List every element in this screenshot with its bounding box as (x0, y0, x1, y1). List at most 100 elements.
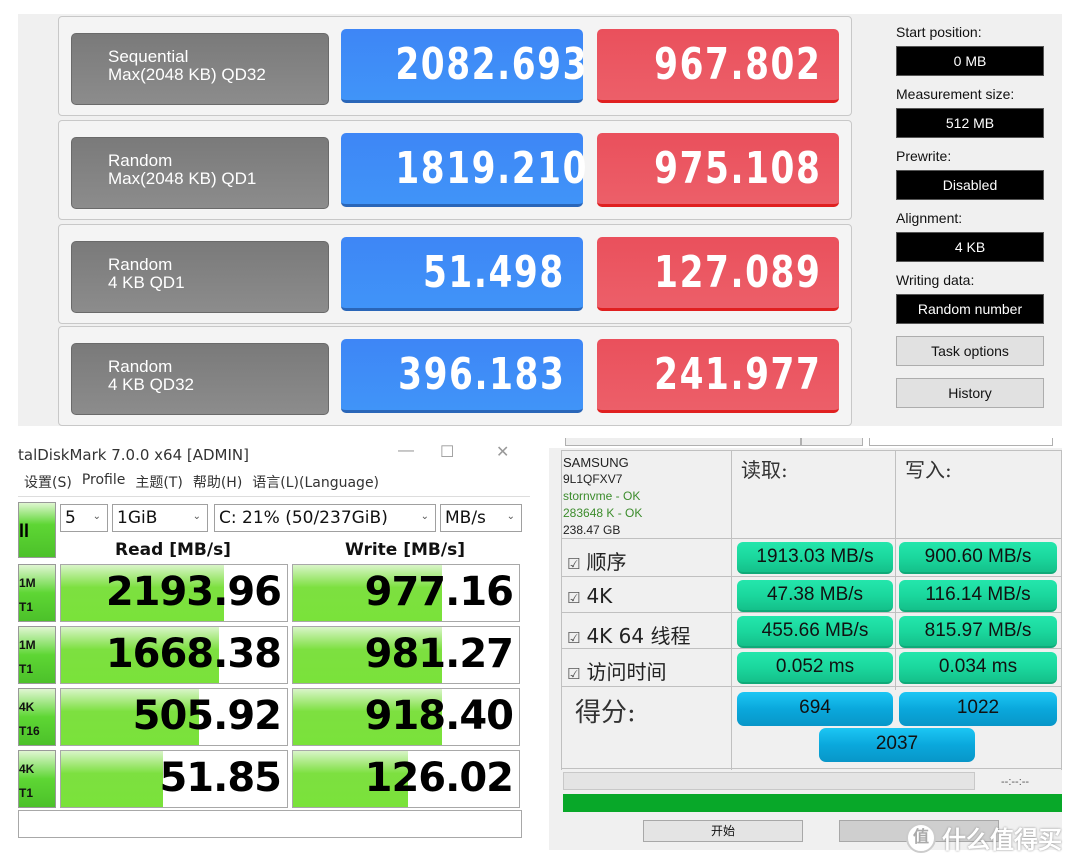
checkbox-icon[interactable]: ☑ (567, 555, 580, 573)
write-value: 241.977 (597, 339, 839, 413)
write-value: 127.089 (597, 237, 839, 311)
read-value: 396.183 (341, 339, 583, 413)
result-row: Random Max(2048 KB) QD1 1819.210 975.108 (58, 120, 852, 220)
start-position-field[interactable]: 0 MB (896, 46, 1044, 76)
history-button[interactable]: History (896, 378, 1044, 408)
drive-vendor: SAMSUNG (563, 455, 629, 470)
write-result: 918.40 (292, 688, 520, 746)
write-value: 116.14 MB/s (899, 580, 1057, 612)
alignment-label: Alignment: (896, 210, 963, 226)
test-name: 访问时间 (586, 660, 667, 684)
write-value: 0.034 ms (899, 652, 1057, 684)
write-value: 977.16 (364, 569, 514, 615)
read-value: 51.498 (341, 237, 583, 311)
menu-language[interactable]: 语言(L)(Language) (252, 472, 379, 492)
grid-line (561, 450, 1061, 451)
toolbar-field[interactable] (801, 438, 863, 446)
grid-line (561, 576, 1061, 577)
chevron-down-icon: ⌄ (192, 511, 201, 522)
read-result: 1668.38 (60, 626, 288, 684)
test-row-label[interactable]: 1M T1 (18, 626, 56, 684)
size-value: 1GiB (117, 508, 158, 528)
size-select[interactable]: 1GiB ⌄ (112, 504, 208, 532)
test-name: Random (108, 151, 173, 170)
test-row-label[interactable]: 1M T1 (18, 564, 56, 622)
maximize-icon[interactable]: ☐ (440, 442, 454, 462)
test-param: 4 KB QD1 (108, 273, 185, 292)
all-button[interactable]: ll (18, 502, 56, 558)
chevron-down-icon: ⌄ (92, 511, 101, 522)
drive-model: 9L1QFXV7 (563, 472, 623, 486)
test-label: Random 4 KB QD1 (71, 241, 329, 313)
test-row-label[interactable]: ☑ 访问时间 (567, 656, 666, 685)
elapsed-time: --:--:-- (1001, 776, 1030, 788)
menu-settings[interactable]: 设置(S) (24, 472, 72, 492)
drive-select[interactable]: C: 21% (50/237GiB) ⌄ (214, 504, 436, 532)
read-value: 505.92 (132, 693, 282, 739)
test-row-label[interactable]: 4K T16 (18, 688, 56, 746)
test-block-size: 4K (19, 700, 35, 714)
test-threads: T16 (19, 724, 40, 738)
read-value: 1913.03 MB/s (737, 542, 893, 574)
test-label: Random Max(2048 KB) QD1 (71, 137, 329, 209)
unit-select[interactable]: MB/s ⌄ (440, 504, 522, 532)
close-icon[interactable]: ✕ (496, 442, 509, 462)
driver-status: stornvme - OK (563, 489, 641, 503)
checkbox-icon[interactable]: ☑ (567, 629, 580, 647)
read-header: Read [MB/s] (115, 540, 231, 560)
read-value: 1819.210 (341, 133, 586, 207)
toolbar-field[interactable] (869, 438, 1053, 446)
count-value: 5 (65, 508, 76, 528)
comment-field[interactable] (18, 810, 522, 838)
watermark: 值 什么值得买 (906, 820, 1062, 855)
checkbox-icon[interactable]: ☑ (567, 665, 580, 683)
count-select[interactable]: 5 ⌄ (60, 504, 108, 532)
test-name: Random (108, 357, 173, 376)
toolbar-field[interactable] (565, 438, 801, 446)
prewrite-field[interactable]: Disabled (896, 170, 1044, 200)
test-threads: T1 (19, 786, 34, 800)
test-param: 4 KB QD32 (108, 375, 194, 394)
watermark-text: 什么值得买 (942, 827, 1062, 854)
grid-line (561, 768, 1061, 769)
watermark-logo-icon: 值 (906, 822, 936, 853)
test-threads: T1 (19, 662, 34, 676)
read-bar (61, 751, 163, 807)
result-row: Random 4 KB QD1 51.498 127.089 (58, 224, 852, 324)
result-row: Random 4 KB QD32 396.183 241.977 (58, 326, 852, 426)
score-label: 得分: (575, 698, 636, 728)
read-value: 2193.96 (105, 569, 282, 615)
drive-info: SAMSUNG 9L1QFXV7 stornvme - OK 283648 K … (563, 454, 723, 539)
writing-data-field[interactable]: Random number (896, 294, 1044, 324)
write-result: 126.02 (292, 750, 520, 808)
menu-profile[interactable]: Profile (82, 472, 126, 492)
read-result: 505.92 (60, 688, 288, 746)
as-ssd-panel: Sequential Max(2048 KB) QD32 2082.693 967… (18, 14, 1062, 426)
menu-help[interactable]: 帮助(H) (193, 472, 242, 492)
crystaldiskmark-window: talDiskMark 7.0.0 x64 [ADMIN] — ☐ ✕ 设置(S… (18, 438, 530, 850)
drive-size: 238.47 GB (563, 523, 621, 537)
test-row-label[interactable]: 4K T1 (18, 750, 56, 808)
test-row-label[interactable]: ☑ 顺序 (567, 546, 626, 575)
read-result: 51.85 (60, 750, 288, 808)
measurement-size-field[interactable]: 512 MB (896, 108, 1044, 138)
checkbox-icon[interactable]: ☑ (567, 589, 580, 607)
read-result: 2193.96 (60, 564, 288, 622)
write-value: 815.97 MB/s (899, 616, 1057, 648)
test-param: Max(2048 KB) QD1 (108, 169, 257, 188)
start-button[interactable]: 开始 (643, 820, 803, 842)
alignment-field[interactable]: 4 KB (896, 232, 1044, 262)
read-value: 51.85 (159, 755, 282, 801)
test-row-label[interactable]: ☑ 4K 64 线程 (567, 620, 690, 649)
minimize-icon[interactable]: — (398, 442, 414, 460)
ssd-benchmark-cn-window: SAMSUNG 9L1QFXV7 stornvme - OK 283648 K … (549, 438, 1062, 850)
test-name: Sequential (108, 47, 189, 66)
write-value: 967.802 (597, 29, 839, 103)
grid-divider (731, 450, 732, 770)
grid-divider (1061, 450, 1062, 770)
task-options-button[interactable]: Task options (896, 336, 1044, 366)
write-result: 977.16 (292, 564, 520, 622)
test-row-label[interactable]: ☑ 4K (567, 584, 612, 608)
menu-theme[interactable]: 主题(T) (135, 472, 182, 492)
drive-value: C: 21% (50/237GiB) (219, 508, 388, 528)
